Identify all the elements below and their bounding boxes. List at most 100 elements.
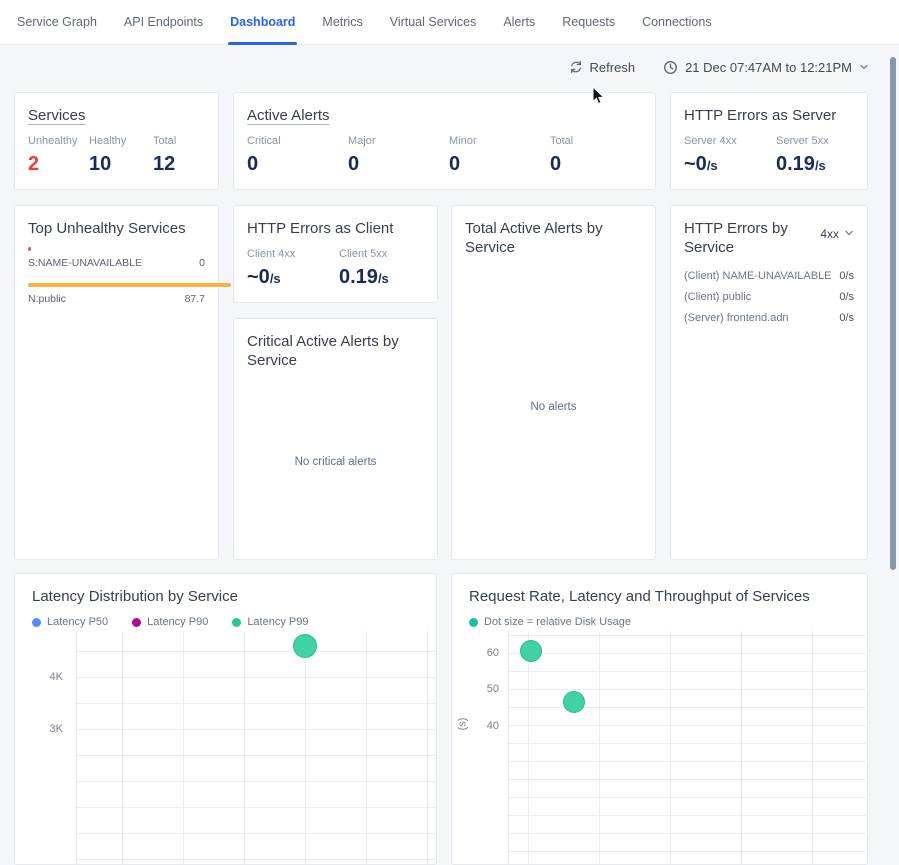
- time-range-selector[interactable]: 21 Dec 07:47AM to 12:21PM: [663, 60, 869, 75]
- metric-label: Total: [550, 135, 573, 147]
- service-label: (Client) NAME-UNAVAILABLE: [684, 270, 832, 282]
- chart-data-dot: [520, 640, 542, 662]
- tab-requests[interactable]: Requests: [562, 0, 615, 44]
- y-axis-tick: 50: [469, 683, 499, 695]
- http-errors-server-metrics: Server 4xx ~0/s Server 5xx 0.19/s: [671, 135, 867, 176]
- top-unhealthy-title: Top Unhealthy Services: [28, 220, 186, 237]
- chart-legend: Dot size = relative Disk Usage: [469, 616, 631, 628]
- tab-metrics[interactable]: Metrics: [322, 0, 362, 44]
- metric-value: 0: [449, 154, 550, 174]
- metric-label: Server 4xx: [684, 135, 776, 147]
- refresh-label: Refresh: [590, 60, 636, 75]
- legend-dot-icon: [232, 618, 241, 627]
- metric-label: Server 5xx: [776, 135, 829, 147]
- services-metrics: Unhealthy 2 Healthy 10 Total 12: [15, 135, 218, 174]
- tab-connections[interactable]: Connections: [642, 0, 712, 44]
- legend-label: Dot size = relative Disk Usage: [484, 616, 631, 628]
- vertical-scrollbar[interactable]: [890, 57, 896, 570]
- tab-service-graph[interactable]: Service Graph: [17, 0, 97, 44]
- service-label: N:public: [28, 293, 66, 305]
- services-card-title[interactable]: Services: [28, 106, 86, 125]
- metric-label: Unhealthy: [28, 135, 89, 147]
- total-alerts-card: Total Active Alerts by Service No alerts: [451, 205, 656, 560]
- chevron-down-icon: [844, 225, 854, 243]
- metric-value: 0: [348, 154, 449, 174]
- unhealthy-service-row[interactable]: S:NAME-UNAVAILABLE 0: [15, 257, 218, 269]
- metric-critical: Critical 0: [247, 135, 348, 174]
- legend-item-p90[interactable]: Latency P90: [132, 616, 208, 628]
- tab-alerts[interactable]: Alerts: [503, 0, 535, 44]
- metric-label: Critical: [247, 135, 348, 147]
- legend-label: Latency P90: [147, 616, 208, 628]
- rate-value: 0/s: [839, 291, 854, 303]
- dashboard-page: { "colors": { "accent_blue": "#2563eb", …: [0, 0, 899, 734]
- metric-label: Major: [348, 135, 449, 147]
- active-alerts-card: Active Alerts Critical 0 Major 0 Minor 0…: [233, 92, 656, 190]
- y-axis-tick: 60: [469, 647, 499, 659]
- metric-total: Total 12: [153, 135, 176, 174]
- metric-server-4xx: Server 4xx ~0/s: [684, 135, 776, 176]
- tab-dashboard[interactable]: Dashboard: [230, 0, 295, 44]
- legend-dot-icon: [32, 618, 41, 627]
- active-alerts-metrics: Critical 0 Major 0 Minor 0 Total 0: [234, 135, 655, 174]
- metric-healthy: Healthy 10: [89, 135, 153, 174]
- metric-major: Major 0: [348, 135, 449, 174]
- refresh-button[interactable]: Refresh: [569, 60, 636, 75]
- unhealthy-service-row[interactable]: N:public 87.7: [15, 293, 218, 305]
- metric-label: Client 5xx: [339, 248, 389, 260]
- service-label: (Server) frontend.adn: [684, 312, 789, 324]
- critical-alerts-card: Critical Active Alerts by Service No cri…: [233, 318, 438, 560]
- empty-state-text: No critical alerts: [234, 456, 437, 468]
- legend-dot-icon: [132, 618, 141, 627]
- unhealthy-service-bar: [28, 283, 231, 287]
- empty-state-text: No alerts: [452, 401, 655, 413]
- services-card: Services Unhealthy 2 Healthy 10 Total 12: [14, 92, 219, 190]
- unhealthy-service-bar: [28, 247, 31, 251]
- metric-value: 0: [550, 154, 573, 174]
- metric-label: Client 4xx: [247, 248, 339, 260]
- refresh-icon: [569, 60, 583, 74]
- error-rate-row[interactable]: (Client) public 0/s: [671, 291, 867, 303]
- toolbar: Refresh 21 Dec 07:47AM to 12:21PM: [0, 45, 869, 89]
- http-errors-client-card: HTTP Errors as Client Client 4xx ~0/s Cl…: [233, 205, 438, 303]
- legend-item-dot-size: Dot size = relative Disk Usage: [469, 616, 631, 628]
- metric-value: 2: [28, 154, 89, 174]
- y-axis-tick: 40: [469, 720, 499, 732]
- metric-value: 0.19/s: [776, 154, 829, 176]
- metric-label: Healthy: [89, 135, 153, 147]
- service-label: S:NAME-UNAVAILABLE: [28, 257, 142, 269]
- metric-value: 0: [247, 154, 348, 174]
- metric-label: Minor: [449, 135, 550, 147]
- metric-total: Total 0: [550, 135, 573, 174]
- time-range-label: 21 Dec 07:47AM to 12:21PM: [685, 60, 852, 75]
- metric-server-5xx: Server 5xx 0.19/s: [776, 135, 829, 176]
- http-errors-server-title: HTTP Errors as Server: [684, 107, 836, 124]
- http-errors-server-card: HTTP Errors as Server Server 4xx ~0/s Se…: [670, 92, 868, 190]
- active-alerts-card-title[interactable]: Active Alerts: [247, 106, 330, 125]
- metric-value: 0.19/s: [339, 267, 389, 289]
- tab-virtual-services[interactable]: Virtual Services: [390, 0, 477, 44]
- legend-item-p50[interactable]: Latency P50: [32, 616, 108, 628]
- metric-unhealthy: Unhealthy 2: [28, 135, 89, 174]
- tab-api-endpoints[interactable]: API Endpoints: [124, 0, 203, 44]
- service-value: 0: [199, 257, 205, 269]
- request-rate-card: Request Rate, Latency and Throughput of …: [451, 573, 868, 865]
- y-axis-tick: 3K: [33, 723, 63, 735]
- service-label: (Client) public: [684, 291, 751, 303]
- latency-chart-title: Latency Distribution by Service: [32, 588, 238, 605]
- error-rate-row[interactable]: (Client) NAME-UNAVAILABLE 0/s: [671, 270, 867, 282]
- divider: [28, 276, 205, 277]
- http-errors-client-metrics: Client 4xx ~0/s Client 5xx 0.19/s: [234, 248, 437, 289]
- http-errors-by-service-card: HTTP Errors by Service 4xx (Client) NAME…: [670, 205, 868, 560]
- chevron-down-icon: [859, 62, 869, 72]
- legend-label: Latency P99: [247, 616, 308, 628]
- error-rate-row[interactable]: (Server) frontend.adn 0/s: [671, 312, 867, 324]
- card-header: HTTP Errors by Service 4xx: [671, 206, 867, 257]
- dropdown-value: 4xx: [820, 227, 839, 241]
- top-nav: Service Graph API Endpoints Dashboard Me…: [0, 0, 899, 45]
- legend-item-p99[interactable]: Latency P99: [232, 616, 308, 628]
- y-axis-tick: 4K: [33, 671, 63, 683]
- metric-minor: Minor 0: [449, 135, 550, 174]
- top-unhealthy-services-card: Top Unhealthy Services S:NAME-UNAVAILABL…: [14, 205, 219, 560]
- error-class-dropdown[interactable]: 4xx: [820, 225, 854, 243]
